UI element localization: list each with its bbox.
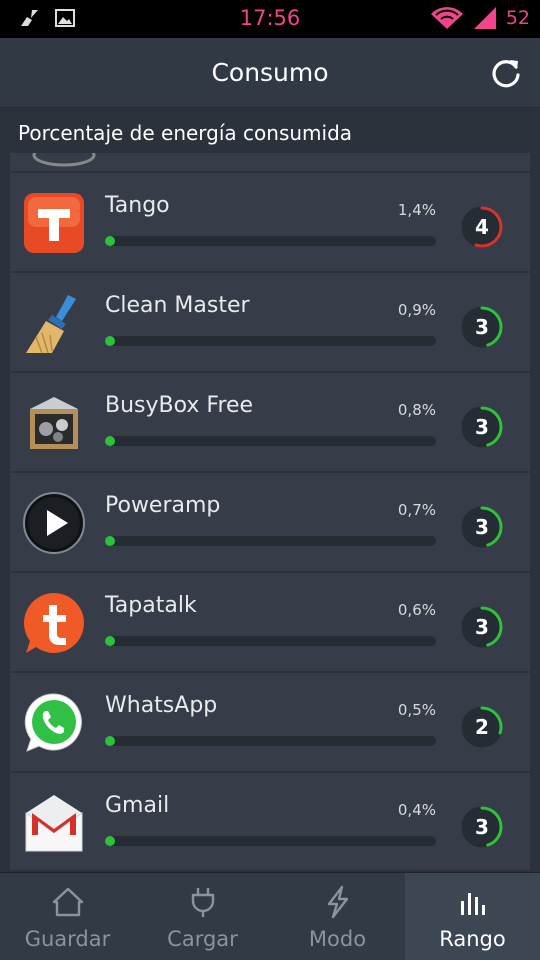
status-bar: 17:56 52 bbox=[0, 0, 540, 38]
app-name: Poweramp bbox=[105, 493, 221, 518]
play-icon bbox=[22, 491, 86, 555]
bottom-navigation: Guardar Cargar Modo Rango bbox=[0, 872, 540, 960]
refresh-icon[interactable] bbox=[490, 57, 522, 89]
nav-guardar[interactable]: Guardar bbox=[0, 873, 135, 960]
signal-icon bbox=[473, 7, 496, 29]
usage-percent: 1,4% bbox=[397, 201, 436, 219]
page-title: Consumo bbox=[211, 58, 329, 87]
app-header: Consumo bbox=[0, 38, 540, 108]
usage-progress-bar bbox=[105, 336, 436, 346]
nav-label: Rango bbox=[439, 927, 506, 951]
usage-percent: 0,6% bbox=[397, 601, 436, 619]
list-item[interactable]: WhatsApp 0,5% 2 bbox=[10, 672, 530, 771]
rank-number: 3 bbox=[475, 815, 489, 839]
usage-progress-fill bbox=[105, 236, 115, 246]
nav-rango[interactable]: Rango bbox=[405, 873, 540, 960]
usage-progress-fill bbox=[105, 436, 115, 446]
usage-progress-fill bbox=[105, 636, 115, 646]
nav-label: Modo bbox=[308, 927, 367, 951]
usage-progress-fill bbox=[105, 536, 115, 546]
battery-level: 52 bbox=[505, 7, 530, 29]
usage-progress-fill bbox=[105, 736, 115, 746]
tango-icon bbox=[22, 191, 86, 255]
app-name: BusyBox Free bbox=[105, 393, 254, 418]
tapatalk-icon bbox=[22, 591, 86, 655]
usage-progress-bar bbox=[105, 736, 436, 746]
usage-percent: 0,4% bbox=[397, 801, 436, 819]
app-name: Tango bbox=[105, 193, 170, 218]
plug-icon bbox=[191, 888, 214, 917]
list-item[interactable]: Poweramp 0,7% 3 bbox=[10, 472, 530, 571]
usage-percent: 0,7% bbox=[397, 501, 436, 519]
usage-progress-bar bbox=[105, 636, 436, 646]
app-name: Tapatalk bbox=[105, 593, 197, 618]
nav-cargar[interactable]: Cargar bbox=[135, 873, 270, 960]
broom-icon bbox=[22, 291, 86, 355]
whatsapp-icon bbox=[22, 691, 86, 755]
list-item[interactable]: Gmail 0,4% 3 bbox=[10, 772, 530, 870]
app-name: WhatsApp bbox=[105, 693, 218, 718]
rank-number: 2 bbox=[475, 715, 489, 739]
rank-number: 4 bbox=[475, 215, 489, 239]
usage-progress-bar bbox=[105, 436, 436, 446]
usage-progress-fill bbox=[105, 336, 115, 346]
rank-number: 3 bbox=[475, 615, 489, 639]
list-item[interactable]: Tango 1,4% 4 bbox=[10, 172, 530, 271]
list-item[interactable]: BusyBox Free 0,8% 3 bbox=[10, 372, 530, 471]
rank-number: 3 bbox=[475, 415, 489, 439]
home-icon bbox=[52, 887, 83, 917]
rank-number: 3 bbox=[475, 315, 489, 339]
nav-label: Cargar bbox=[167, 927, 238, 951]
nav-label: Guardar bbox=[24, 927, 111, 951]
app-list[interactable]: Tango 1,4% 4 Clean Master 0,9% 3 BusyBox Free 0… bbox=[10, 153, 530, 870]
usage-percent: 0,8% bbox=[397, 401, 436, 419]
app-name: Clean Master bbox=[105, 293, 250, 318]
usage-progress-bar bbox=[105, 536, 436, 546]
usage-progress-bar bbox=[105, 236, 436, 246]
section-title: Porcentaje de energía consumida bbox=[18, 121, 353, 145]
bar-chart-icon bbox=[460, 893, 485, 915]
usage-progress-fill bbox=[105, 836, 115, 846]
wifi-icon bbox=[430, 7, 463, 29]
usage-percent: 0,5% bbox=[397, 701, 436, 719]
list-item-partial bbox=[10, 153, 530, 171]
busybox-icon bbox=[22, 391, 86, 455]
usage-progress-bar bbox=[105, 836, 436, 846]
gmail-icon bbox=[22, 791, 86, 855]
rank-number: 3 bbox=[475, 515, 489, 539]
app-icon-partial bbox=[32, 153, 96, 167]
lightning-icon bbox=[327, 885, 348, 919]
app-name: Gmail bbox=[105, 793, 170, 818]
list-item[interactable]: Tapatalk 0,6% 3 bbox=[10, 572, 530, 671]
usage-percent: 0,9% bbox=[397, 301, 436, 319]
nav-modo[interactable]: Modo bbox=[270, 873, 405, 960]
list-item[interactable]: Clean Master 0,9% 3 bbox=[10, 272, 530, 371]
